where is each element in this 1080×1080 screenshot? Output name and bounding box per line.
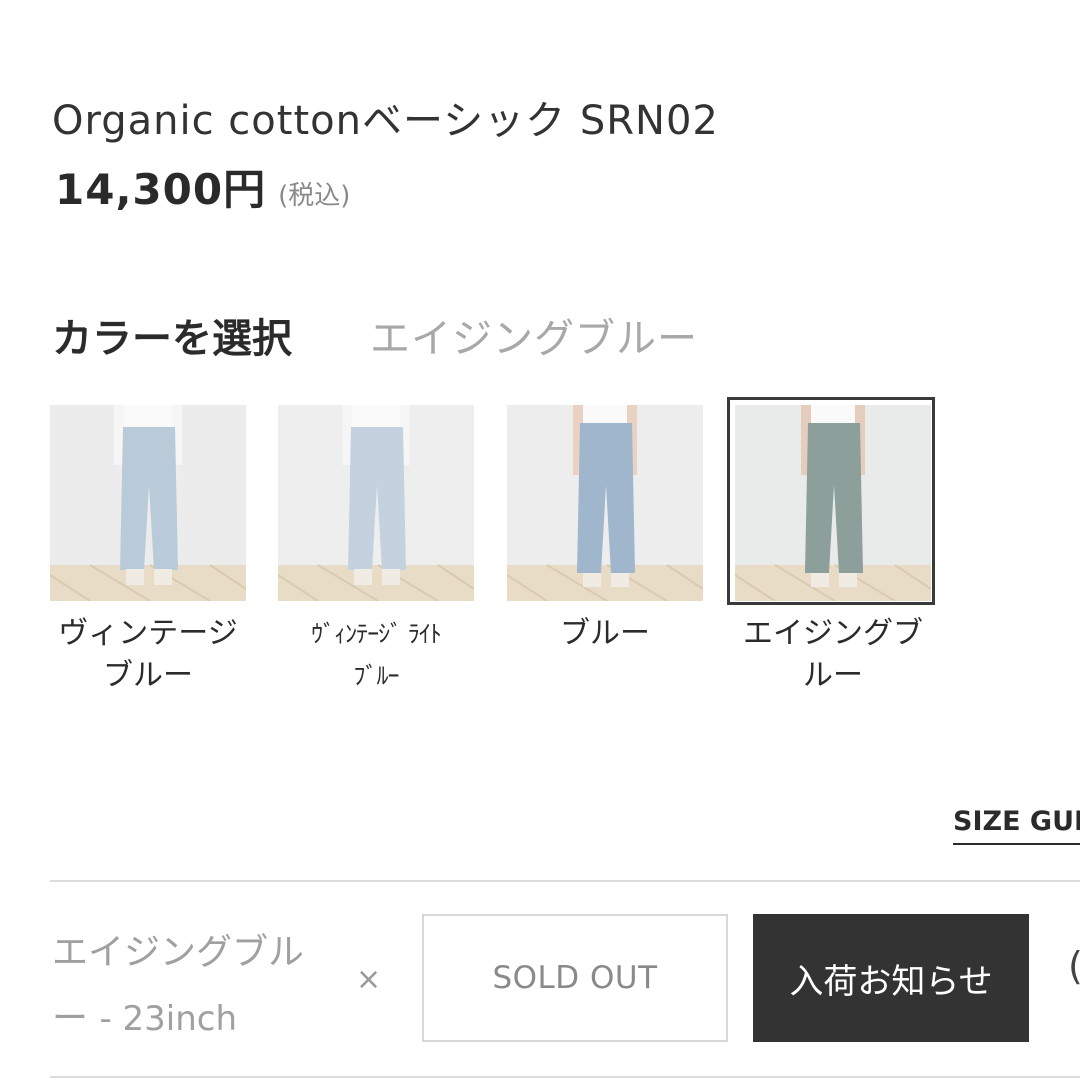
price-row: 14,300円 (税込) xyxy=(55,156,350,217)
color-swatch-vintage-blue[interactable]: ヴィンテージ ブルー xyxy=(50,405,246,697)
tax-note: (税込) xyxy=(278,181,351,211)
swatch-label: ヴィンテージ ブルー xyxy=(50,613,246,697)
variant-size: - 23inch xyxy=(99,999,238,1039)
swatch-photo xyxy=(50,405,246,601)
swatch-label-line1: ブルー xyxy=(560,616,650,651)
divider xyxy=(50,1076,1080,1078)
cut-off-glyph: ( xyxy=(1068,944,1080,988)
product-title: Organic cottonベーシック SRN02 xyxy=(52,98,719,144)
variant-name: エイジングブル ー - 23inch xyxy=(52,920,332,1052)
product-page: Organic cottonベーシック SRN02 14,300円 (税込) カ… xyxy=(0,0,1080,1080)
variant-name-tail: ー xyxy=(52,998,89,1039)
color-swatch-list: ヴィンテージ ブルー ｳﾞｨﾝﾃｰｼﾞ ﾗｲﾄ ﾌﾞﾙｰ ブルー エイジングブ … xyxy=(50,397,950,705)
swatch-label: エイジングブ ルー xyxy=(735,613,931,697)
swatch-label-line1: ヴィンテージ xyxy=(58,616,238,651)
price: 14,300円 xyxy=(55,165,267,214)
swatch-label-line2: ルー xyxy=(803,658,863,693)
model-photo-icon xyxy=(507,405,703,601)
swatch-photo xyxy=(507,405,703,601)
color-swatch-blue[interactable]: ブルー xyxy=(507,405,703,655)
divider xyxy=(50,880,1080,882)
model-photo-icon xyxy=(50,405,246,601)
swatch-label-line2: ﾌﾞﾙｰ xyxy=(353,662,400,690)
times-icon: × xyxy=(356,962,382,997)
variant-name-line2: ー - 23inch xyxy=(52,986,332,1052)
swatch-label: ｳﾞｨﾝﾃｰｼﾞ ﾗｲﾄ ﾌﾞﾙｰ xyxy=(278,613,474,697)
model-photo-icon xyxy=(278,405,474,601)
swatch-photo xyxy=(278,405,474,601)
swatch-photo xyxy=(727,397,935,605)
color-swatch-aging-blue[interactable]: エイジングブ ルー xyxy=(727,397,935,697)
color-swatch-vintage-light-blue[interactable]: ｳﾞｨﾝﾃｰｼﾞ ﾗｲﾄ ﾌﾞﾙｰ xyxy=(278,405,474,697)
sold-out-button: SOLD OUT xyxy=(422,914,728,1042)
swatch-label-line2: ブルー xyxy=(103,658,193,693)
color-heading: カラーを選択 xyxy=(52,316,292,362)
swatch-label-line1: ｳﾞｨﾝﾃｰｼﾞ ﾗｲﾄ xyxy=(311,620,442,648)
selected-frame xyxy=(727,397,935,605)
swatch-label: ブルー xyxy=(507,613,703,655)
size-guide-link[interactable]: SIZE GUI xyxy=(953,806,1080,845)
color-selector-header: カラーを選択 エイジングブルー xyxy=(52,306,698,364)
swatch-label-line1: エイジングブ xyxy=(743,616,923,651)
variant-name-line1: エイジングブル xyxy=(52,932,305,973)
restock-notify-button[interactable]: 入荷お知らせ xyxy=(753,914,1029,1042)
selected-color-name: エイジングブルー xyxy=(370,316,698,362)
